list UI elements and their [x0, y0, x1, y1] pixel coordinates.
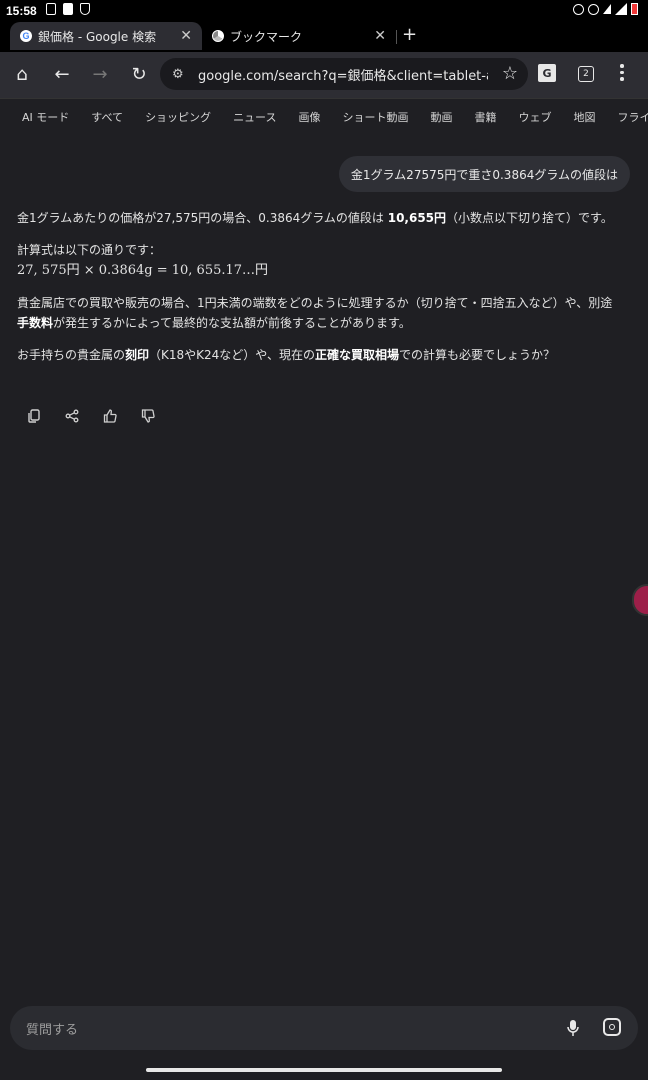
- tab-label: ブックマーク: [230, 29, 303, 44]
- new-tab-button[interactable]: +: [402, 24, 417, 45]
- answer-text: が発生するかによって最終的な支払額が前後することがあります。: [53, 316, 411, 330]
- home-button[interactable]: ⌂: [10, 62, 34, 86]
- answer-text: での計算も必要でしょうか？: [398, 348, 555, 362]
- bookmark-star-icon[interactable]: ☆: [502, 63, 518, 84]
- answer-highlight: 10,655円: [387, 211, 447, 225]
- close-icon[interactable]: ✕: [374, 28, 386, 44]
- chip-all[interactable]: すべて: [91, 109, 123, 125]
- chip-images[interactable]: 画像: [299, 109, 321, 125]
- arrow-left-icon: ←: [54, 63, 70, 85]
- home-icon: ⌂: [16, 63, 28, 85]
- answer-text: お手持ちの貴金属の: [17, 348, 126, 362]
- formula: 27, 575円 × 0.3864g = 10, 655.17…円: [17, 263, 269, 278]
- copy-icon[interactable]: [26, 408, 42, 424]
- translate-icon[interactable]: G: [538, 64, 556, 82]
- tab-bookmarks[interactable]: ブックマーク ✕: [204, 22, 394, 50]
- answer-text: 金1グラムあたりの価格が27,575円の場合、0.3864グラムの値段は: [17, 211, 388, 225]
- chip-flights[interactable]: フライト: [618, 109, 648, 125]
- answer-paragraph: 貴金属店での買取や販売の場合、1円未満の端数をどのように処理するか（切り捨て・四…: [17, 293, 617, 333]
- answer-text: 貴金属店での買取や販売の場合、1円未満の端数をどのように処理するか（切り捨て・四…: [17, 296, 613, 310]
- chip-news[interactable]: ニュース: [233, 109, 276, 125]
- thumbs-down-icon[interactable]: [140, 408, 156, 424]
- tab-google-search[interactable]: G 銀価格 - Google 検索 ✕: [10, 22, 202, 50]
- url-text[interactable]: google.com/search?q=銀価格&client=tablet-an…: [198, 65, 488, 84]
- chip-ai-mode[interactable]: AI モード: [22, 109, 69, 125]
- menu-icon[interactable]: [620, 64, 624, 81]
- chip-videos[interactable]: 動画: [431, 109, 453, 125]
- answer-actions: [26, 408, 156, 424]
- site-settings-icon[interactable]: ⚙: [172, 67, 188, 82]
- ask-input[interactable]: 質問する: [26, 1019, 78, 1038]
- vibrate-icon: [588, 3, 599, 15]
- alarm-icon: [573, 3, 584, 15]
- tab-strip: G 銀価格 - Google 検索 ✕ ブックマーク ✕ +: [0, 22, 648, 52]
- answer-paragraph: お手持ちの貴金属の刻印（K18やK24など）や、現在の正確な買取相場での計算も必…: [17, 345, 617, 365]
- share-icon[interactable]: [64, 408, 80, 424]
- battery-low-icon: [631, 3, 638, 15]
- user-query-bubble: 金1グラム27575円で重さ0.3864グラムの値段は: [338, 156, 630, 192]
- arrow-right-icon: →: [92, 63, 108, 85]
- reload-button[interactable]: ↻: [127, 62, 151, 86]
- gesture-navigation-bar[interactable]: [146, 1068, 502, 1072]
- chrome-icon: [212, 30, 224, 42]
- answer-text: （K18やK24など）や、現在の: [149, 348, 315, 362]
- chip-shopping[interactable]: ショッピング: [145, 109, 211, 125]
- reload-icon: ↻: [131, 63, 147, 85]
- tab-label: 銀価格 - Google 検索: [38, 29, 157, 44]
- battery-saver-icon: [63, 3, 73, 15]
- google-icon: G: [20, 30, 32, 42]
- answer-paragraph: 金1グラムあたりの価格が27,575円の場合、0.3864グラムの値段は 10,…: [17, 208, 617, 228]
- formula-label: 計算式は以下の通りです：: [17, 243, 162, 257]
- back-button[interactable]: ←: [50, 62, 74, 86]
- notification-icon: [46, 3, 56, 15]
- ai-answer: 金1グラムあたりの価格が27,575円の場合、0.3864グラムの値段は 10,…: [17, 208, 617, 377]
- floating-assistant-button[interactable]: [632, 584, 648, 616]
- tab-divider: [396, 30, 397, 44]
- microphone-icon[interactable]: [566, 1018, 580, 1038]
- browser-toolbar: ⌂ ← → ↻ ⚙ google.com/search?q=銀価格&client…: [0, 52, 648, 98]
- tab-switcher-button[interactable]: 2: [578, 66, 594, 82]
- search-filter-chips: AI モード すべて ショッピング ニュース 画像 ショート動画 動画 書籍 ウ…: [0, 98, 648, 135]
- status-bar: 15:58: [0, 0, 648, 22]
- answer-highlight: 正確な買取相場: [314, 348, 399, 362]
- answer-highlight: 手数料: [17, 316, 54, 330]
- signal-icon: [615, 3, 627, 15]
- google-lens-icon[interactable]: [603, 1018, 621, 1036]
- answer-text: （小数点以下切り捨て）です。: [446, 211, 613, 225]
- chip-books[interactable]: 書籍: [475, 109, 497, 125]
- close-icon[interactable]: ✕: [180, 28, 192, 44]
- address-bar[interactable]: ⚙ google.com/search?q=銀価格&client=tablet-…: [160, 58, 528, 90]
- wifi-icon: [603, 4, 611, 14]
- chip-maps[interactable]: 地図: [574, 109, 596, 125]
- chip-web[interactable]: ウェブ: [519, 109, 552, 125]
- answer-formula-block: 計算式は以下の通りです： 27, 575円 × 0.3864g = 10, 65…: [17, 240, 617, 281]
- shield-icon: [80, 3, 90, 15]
- ask-input-bar[interactable]: 質問する: [10, 1006, 638, 1050]
- thumbs-up-icon[interactable]: [102, 408, 118, 424]
- chip-short-videos[interactable]: ショート動画: [343, 109, 409, 125]
- forward-button[interactable]: →: [88, 62, 112, 86]
- status-time: 15:58: [6, 4, 37, 18]
- answer-highlight: 刻印: [125, 348, 150, 362]
